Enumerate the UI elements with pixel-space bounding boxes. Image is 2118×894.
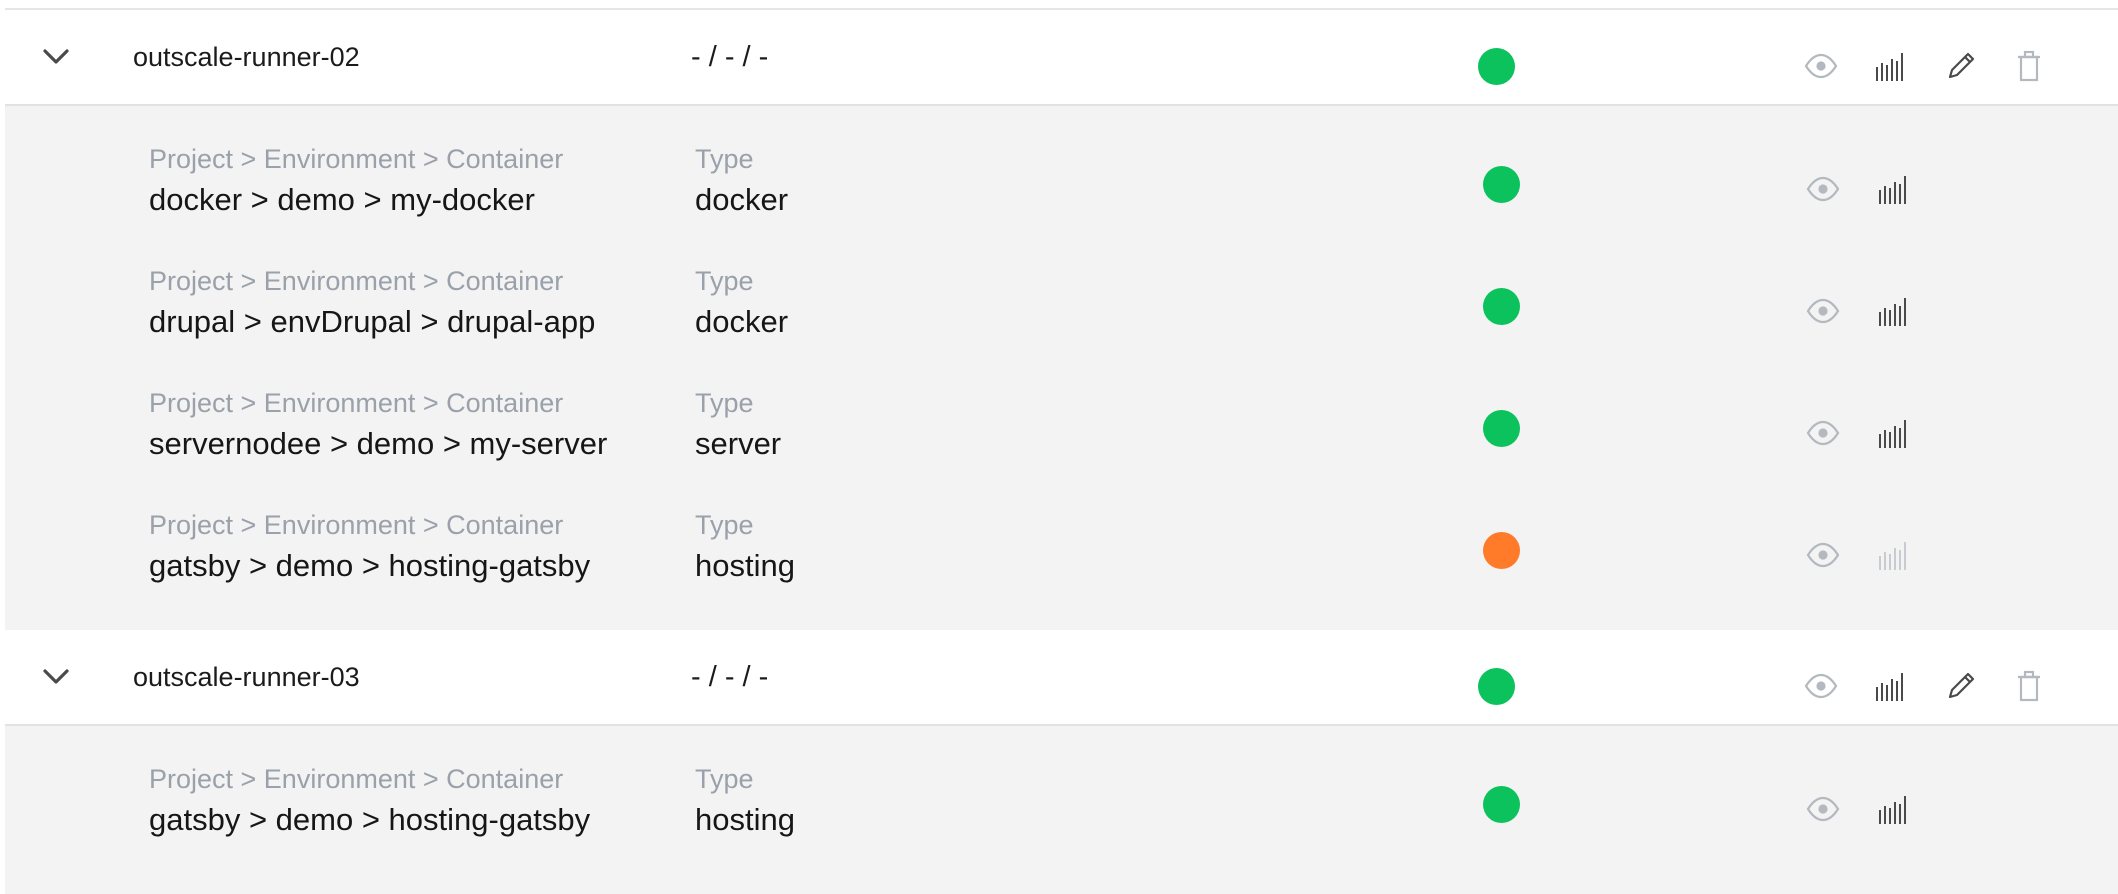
type-label: Type xyxy=(695,388,754,418)
container-row: Project > Environment > Container docker… xyxy=(5,144,2118,266)
eye-icon[interactable] xyxy=(1803,668,1839,704)
status-dot xyxy=(1478,48,1515,85)
logs-bars-icon[interactable] xyxy=(1872,668,1908,704)
container-path: drupal > envDrupal > drupal-app xyxy=(149,304,596,339)
chevron-down-icon[interactable] xyxy=(39,40,73,74)
path-label: Project > Environment > Container xyxy=(149,144,564,174)
logs-bars-icon[interactable] xyxy=(1875,293,1911,329)
runner-name: outscale-runner-02 xyxy=(133,42,360,72)
eye-icon[interactable] xyxy=(1805,537,1841,573)
container-type: docker xyxy=(695,304,789,339)
container-path: servernodee > demo > my-server xyxy=(149,426,608,461)
container-type: server xyxy=(695,426,782,461)
pencil-icon[interactable] xyxy=(1943,668,1979,704)
status-dot xyxy=(1478,668,1515,705)
runner-containers-panel: Project > Environment > Container gatsby… xyxy=(5,726,2118,894)
container-path: gatsby > demo > hosting-gatsby xyxy=(149,548,591,583)
path-label: Project > Environment > Container xyxy=(149,388,564,418)
trash-icon[interactable] xyxy=(2011,48,2047,84)
container-type: hosting xyxy=(695,548,795,583)
runner-row: outscale-runner-02 - / - / - xyxy=(5,10,2118,104)
container-path: docker > demo > my-docker xyxy=(149,182,535,217)
logs-bars-icon xyxy=(1875,537,1911,573)
logs-bars-icon[interactable] xyxy=(1875,415,1911,451)
container-type: hosting xyxy=(695,802,795,837)
pencil-icon[interactable] xyxy=(1943,48,1979,84)
container-row: Project > Environment > Container server… xyxy=(5,388,2118,510)
eye-icon[interactable] xyxy=(1803,48,1839,84)
runner-containers-panel: Project > Environment > Container docker… xyxy=(5,106,2118,630)
trash-icon[interactable] xyxy=(2011,668,2047,704)
status-dot xyxy=(1483,410,1520,447)
runner-summary: - / - / - xyxy=(691,661,769,693)
eye-icon[interactable] xyxy=(1805,293,1841,329)
eye-icon[interactable] xyxy=(1805,791,1841,827)
container-row: Project > Environment > Container gatsby… xyxy=(5,510,2118,632)
container-row: Project > Environment > Container drupal… xyxy=(5,266,2118,388)
type-label: Type xyxy=(695,266,754,296)
type-label: Type xyxy=(695,764,754,794)
type-label: Type xyxy=(695,144,754,174)
runner-row: outscale-runner-03 - / - / - xyxy=(5,630,2118,724)
status-dot xyxy=(1483,166,1520,203)
container-type: docker xyxy=(695,182,789,217)
runner-summary: - / - / - xyxy=(691,41,769,73)
logs-bars-icon[interactable] xyxy=(1875,791,1911,827)
path-label: Project > Environment > Container xyxy=(149,266,564,296)
container-path: gatsby > demo > hosting-gatsby xyxy=(149,802,591,837)
eye-icon[interactable] xyxy=(1805,171,1841,207)
type-label: Type xyxy=(695,510,754,540)
path-label: Project > Environment > Container xyxy=(149,764,564,794)
status-dot xyxy=(1483,288,1520,325)
chevron-down-icon[interactable] xyxy=(39,660,73,694)
status-dot xyxy=(1483,786,1520,823)
eye-icon[interactable] xyxy=(1805,415,1841,451)
runner-name: outscale-runner-03 xyxy=(133,662,360,692)
logs-bars-icon[interactable] xyxy=(1872,48,1908,84)
container-row: Project > Environment > Container gatsby… xyxy=(5,764,2118,886)
path-label: Project > Environment > Container xyxy=(149,510,564,540)
status-dot xyxy=(1483,532,1520,569)
logs-bars-icon[interactable] xyxy=(1875,171,1911,207)
